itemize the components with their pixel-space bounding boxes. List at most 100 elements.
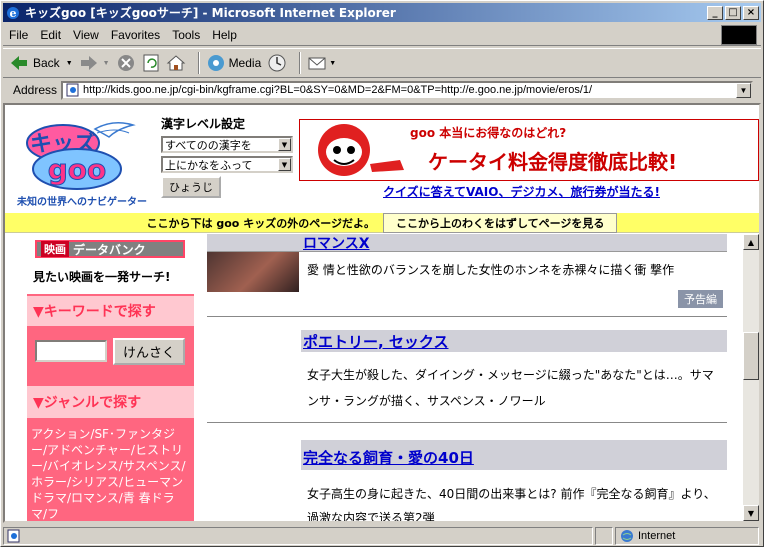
menu-bar: File Edit View Favorites Tools Help xyxy=(3,24,761,46)
maximize-button[interactable]: □ xyxy=(725,5,741,20)
vertical-scrollbar[interactable]: ▲ ▼ xyxy=(743,234,759,521)
trailer-badge[interactable]: 予告編 xyxy=(678,290,723,308)
stop-icon xyxy=(117,55,134,71)
back-button[interactable]: Back ▼ xyxy=(9,51,73,75)
kanji-level-select[interactable]: すべてのの漢字を ▼ xyxy=(161,136,293,153)
apply-button[interactable]: ひょうじ xyxy=(161,176,221,198)
scroll-thumb[interactable] xyxy=(743,332,759,380)
window-title: キッズgoo [キッズgooサーチ] - Microsoft Internet … xyxy=(25,6,396,20)
menu-file[interactable]: File xyxy=(3,28,34,42)
logo-tagline: 未知の世界へのナビゲーター xyxy=(17,197,147,208)
zone-label: Internet xyxy=(638,530,676,542)
status-pane xyxy=(595,527,613,545)
kidsgoo-logo-icon: キッズ goo xyxy=(26,122,136,190)
genre-links[interactable]: アクション/SF･ファンタジー/アドベンチャー/ヒストリー/バイオレンス/サスペ… xyxy=(31,426,190,521)
close-button[interactable]: × xyxy=(743,5,759,20)
address-label: Address xyxy=(13,83,58,97)
movie-title: ロマンスX xyxy=(303,235,370,252)
movie-desc: 女子高生の身に起きた、40日間の出来事とは? 前作『完全なる飼育』より、過激な内… xyxy=(307,487,716,521)
forward-arrow-icon xyxy=(80,56,97,70)
movie-title-link[interactable]: ポエトリー, セックス xyxy=(301,330,727,352)
banner-subtitle: goo 本当にお得なのはどれ? xyxy=(410,126,567,140)
entry-divider xyxy=(207,316,727,317)
history-icon xyxy=(268,54,286,72)
status-bar: Internet xyxy=(3,526,761,546)
menu-tools[interactable]: Tools xyxy=(166,28,206,42)
movie-list: ロマンスX 愛 情と性欲のバランスを崩した女性のホンネを赤裸々に描く衝 撃作 予… xyxy=(207,234,727,521)
keyword-input[interactable] xyxy=(35,340,107,362)
genre-list[interactable]: アクション/SF･ファンタジー/アドベンチャー/ヒストリー/バイオレンス/サスペ… xyxy=(27,424,194,521)
svg-text:goo: goo xyxy=(48,153,107,186)
quiz-link[interactable]: クイズに答えてVAIO、デジカメ、旅行券が当たる! xyxy=(383,183,660,200)
address-input[interactable]: http://kids.goo.ne.jp/cgi-bin/kgframe.cg… xyxy=(61,80,753,100)
genre-heading-box: ▼ジャンルで探す xyxy=(27,386,194,418)
refresh-button[interactable] xyxy=(142,51,160,75)
entry-divider xyxy=(207,422,727,423)
mascot-icon xyxy=(318,124,404,176)
status-message-pane xyxy=(3,527,593,545)
mail-icon xyxy=(308,57,326,70)
banner-headline: ケータイ料金得度徹底比較! xyxy=(428,150,678,174)
back-label: Back xyxy=(33,56,60,70)
search-button[interactable]: けんさく xyxy=(113,338,186,365)
kanji-level-panel: 漢字レベル設定 すべてのの漢字を ▼ 上にかなをふって ▼ ひょうじ xyxy=(161,115,299,198)
genre-heading: ▼ジャンルで探す xyxy=(33,395,142,411)
entry-kanzen-naru-shiiku: 完全なる飼育・愛の40日 女子高生の身に起きた、40日間の出来事とは? 前作『完… xyxy=(207,434,727,521)
chevron-down-icon: ▼ xyxy=(329,59,337,67)
kana-display-value: 上にかなをふって xyxy=(165,158,253,172)
databank-tag: 映画 xyxy=(41,241,69,257)
menu-favorites[interactable]: Favorites xyxy=(105,28,166,42)
databank-banner[interactable]: 映画 データバンク xyxy=(35,240,185,258)
home-button[interactable] xyxy=(166,51,186,75)
notice-text: ここから下は goo キッズの外のページだよ。 xyxy=(146,216,375,230)
databank-title: データバンク xyxy=(73,242,146,257)
forward-button[interactable]: ▼ xyxy=(79,51,110,75)
kanji-level-value: すべてのの漢字を xyxy=(165,138,252,152)
kanji-level-title: 漢字レベル設定 xyxy=(161,117,246,131)
entry-romance-x: ロマンスX 愛 情と性欲のバランスを崩した女性のホンネを赤裸々に描く衝 撃作 予… xyxy=(207,234,727,322)
movie-page-frame: 映画 データバンク 見たい映画を一発サーチ! ▼キーワードで探す けんさく ▼ジ… xyxy=(5,234,759,521)
address-url: http://kids.goo.ne.jp/cgi-bin/kgframe.cg… xyxy=(83,84,593,96)
chevron-down-icon: ▼ xyxy=(65,59,73,67)
address-bar: Address http://kids.goo.ne.jp/cgi-bin/kg… xyxy=(3,79,761,101)
title-bar: e キッズgoo [キッズgooサーチ] - Microsoft Interne… xyxy=(3,3,761,22)
scroll-down-icon[interactable]: ▼ xyxy=(743,505,759,521)
kana-display-select[interactable]: 上にかなをふって ▼ xyxy=(161,156,293,173)
toolbar: Back ▼ ▼ Media ▼ xyxy=(3,48,761,78)
browser-window: e キッズgoo [キッズgooサーチ] - Microsoft Interne… xyxy=(0,0,764,547)
mail-button[interactable]: ▼ xyxy=(307,51,336,75)
globe-icon xyxy=(621,530,633,542)
stop-button[interactable] xyxy=(116,51,136,75)
keyword-heading: ▼キーワードで探す xyxy=(33,304,156,320)
refresh-icon xyxy=(143,54,159,72)
zone-pane: Internet xyxy=(615,527,759,545)
toolbar-separator xyxy=(197,52,200,74)
svg-text:e: e xyxy=(10,7,17,20)
entry-poetry-sex: ポエトリー, セックス 女子大生が殺した、ダイイング・メッセージに綴った"あなた… xyxy=(207,326,727,423)
chevron-down-icon: ▼ xyxy=(278,158,291,171)
media-label: Media xyxy=(228,56,262,70)
kidsgoo-logo[interactable]: キッズ goo 未知の世界へのナビゲーター xyxy=(17,115,147,208)
movie-title-link[interactable]: ロマンスX xyxy=(207,234,727,252)
ad-banner[interactable]: goo 本当にお得なのはどれ? ケータイ料金得度徹底比較! xyxy=(299,119,759,181)
toolbar-separator xyxy=(299,52,302,74)
chevron-down-icon: ▼ xyxy=(102,59,110,67)
page-content: キッズ goo 未知の世界へのナビゲーター 漢字レベル設定 すべてのの漢字を ▼… xyxy=(3,103,761,523)
history-button[interactable] xyxy=(267,51,287,75)
media-button[interactable]: Media xyxy=(206,51,262,75)
notice-bar: ここから下は goo キッズの外のページだよ。 ここから上のわくをはずしてページ… xyxy=(5,212,759,233)
menu-help[interactable]: Help xyxy=(206,28,243,42)
search-slogan: 見たい映画を一発サーチ! xyxy=(33,270,171,284)
movie-title-link[interactable]: 完全なる飼育・愛の40日 xyxy=(301,440,727,470)
minimize-button[interactable]: _ xyxy=(707,5,723,20)
windows-logo-icon xyxy=(721,25,757,45)
keyword-search-box: けんさく xyxy=(27,328,194,384)
menu-view[interactable]: View xyxy=(67,28,105,42)
kidsgoo-header-frame: キッズ goo 未知の世界へのナビゲーター 漢字レベル設定 すべてのの漢字を ▼… xyxy=(5,105,759,213)
movie-desc: 愛 情と性欲のバランスを崩した女性のホンネを赤裸々に描く衝 撃作 xyxy=(307,263,675,277)
scroll-up-icon[interactable]: ▲ xyxy=(743,234,759,250)
address-dropdown-icon[interactable]: ▼ xyxy=(736,82,751,98)
page-icon xyxy=(66,83,79,97)
remove-frame-button[interactable]: ここから上のわくをはずしてページを見る xyxy=(382,212,618,233)
menu-edit[interactable]: Edit xyxy=(34,28,67,42)
